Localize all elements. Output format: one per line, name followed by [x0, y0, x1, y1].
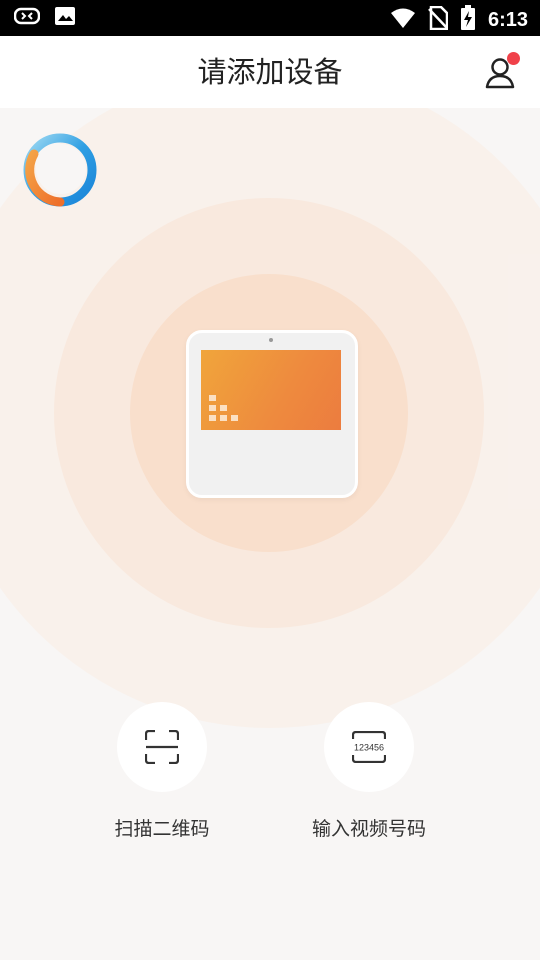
battery-charging-icon: [460, 5, 476, 35]
wifi-icon: [390, 7, 416, 33]
number-input-icon: 123456: [351, 730, 387, 767]
status-time: 6:13: [487, 8, 528, 31]
camera-dot: [269, 338, 273, 342]
user-icon: [484, 58, 518, 94]
no-sim-icon: [428, 5, 449, 34]
scan-qr-button[interactable]: [117, 702, 207, 792]
notification-dot: [507, 52, 520, 65]
main-content: 扫描二维码 123456 输入视频号码: [0, 108, 540, 960]
app-header: 请添加设备: [0, 36, 540, 108]
page-title: 请添加设备: [197, 55, 343, 89]
enter-number-label: 输入视频号码: [311, 818, 426, 840]
profile-button[interactable]: [484, 52, 520, 90]
status-bar: 6:13: [0, 0, 540, 36]
loading-ring-icon: [20, 130, 100, 210]
number-icon-text: 123456: [354, 743, 384, 753]
enter-number-button[interactable]: 123456: [324, 702, 414, 792]
scan-qr-icon: [144, 729, 180, 768]
device-screen: [201, 350, 341, 430]
scan-qr-label: 扫描二维码: [114, 818, 210, 840]
image-icon: [54, 6, 76, 30]
enter-number-action[interactable]: 123456 输入视频号码: [279, 702, 459, 841]
smart-display-icon: [186, 330, 358, 498]
scan-qr-action[interactable]: 扫描二维码: [72, 702, 252, 841]
notification-icon: [13, 6, 41, 30]
